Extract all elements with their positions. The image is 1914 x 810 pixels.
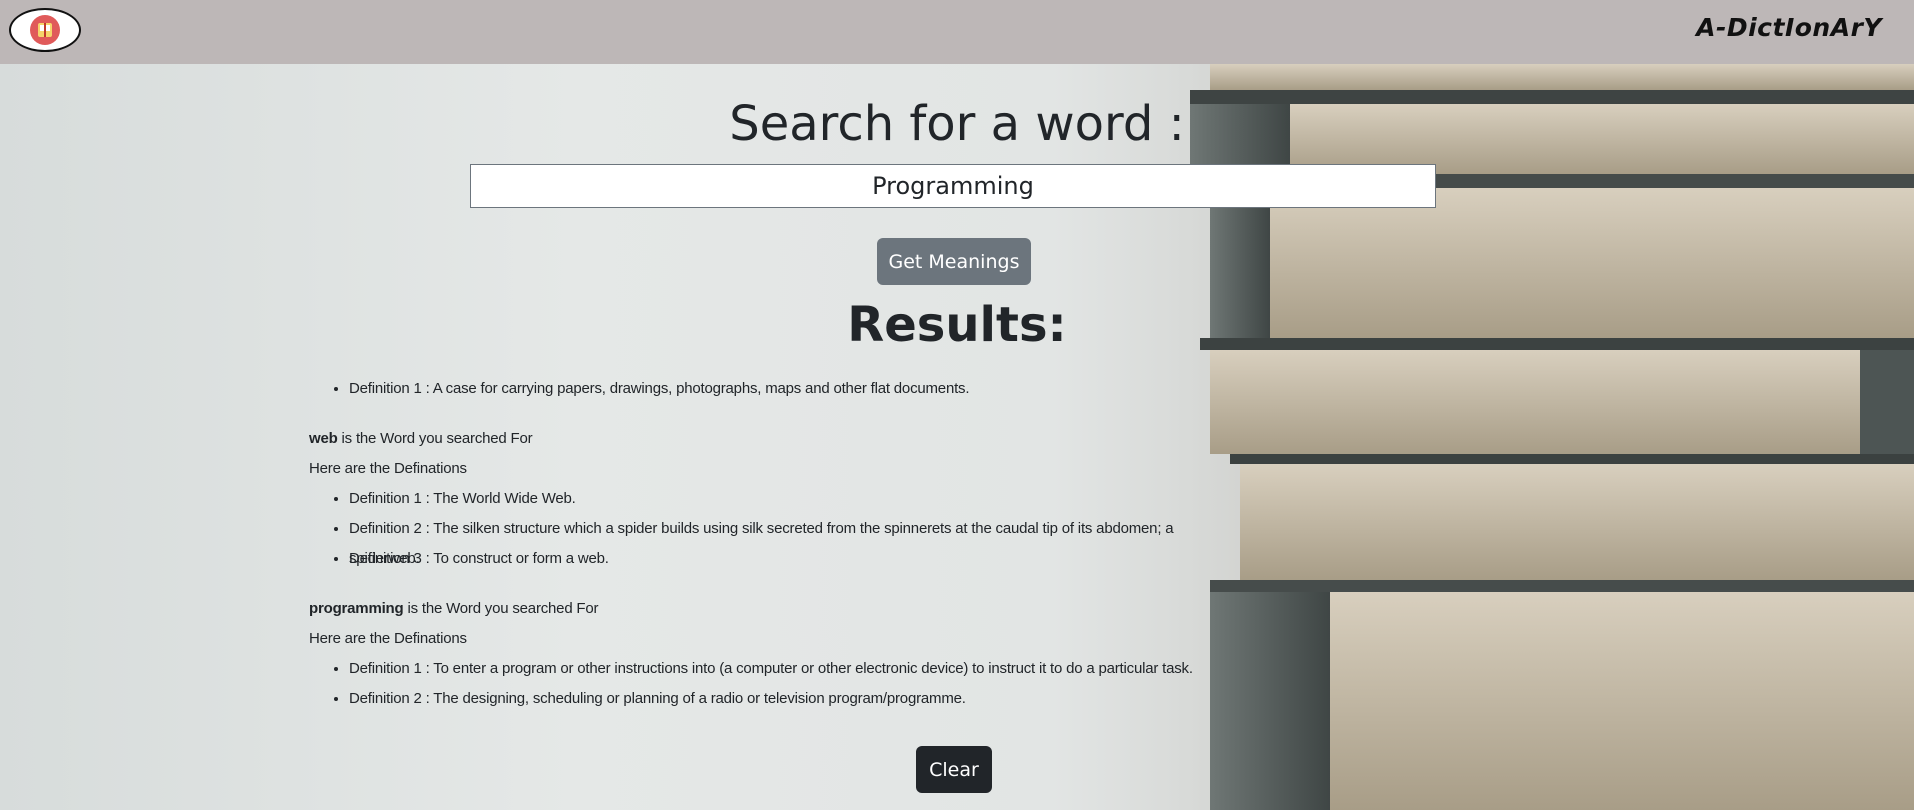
result-entry-programming: programming is the Word you searched For… xyxy=(309,594,1209,714)
get-meanings-button[interactable]: Get Meanings xyxy=(877,238,1031,285)
orphan-definitions: Definition 1 : A case for carrying paper… xyxy=(309,374,1209,404)
brand-title: A-DictIonArY xyxy=(1696,13,1882,42)
results-list: Definition 1 : A case for carrying paper… xyxy=(309,374,1209,714)
entry-header: programming is the Word you searched For xyxy=(309,594,1209,624)
definition-list: Definition 1 : To enter a program or oth… xyxy=(309,654,1209,714)
clear-button[interactable]: Clear xyxy=(916,746,992,793)
definition-item: Definition 1 : The World Wide Web. xyxy=(349,484,1209,514)
definition-item: Definition 1 : To enter a program or oth… xyxy=(349,654,1209,684)
definition-item: Definition 1 : A case for carrying paper… xyxy=(349,374,1209,404)
searched-word: web xyxy=(309,430,338,447)
entry-intro: Here are the Definations xyxy=(309,460,467,477)
logo-button[interactable] xyxy=(9,8,81,52)
entry-intro: Here are the Definations xyxy=(309,630,467,647)
entry-suffix: is the Word you searched For xyxy=(337,430,533,447)
definition-item: Definition 2 : The designing, scheduling… xyxy=(349,684,1209,714)
results-heading: Results: xyxy=(847,297,1067,353)
entry-suffix: is the Word you searched For xyxy=(403,600,599,617)
definition-item: Definition 3 : To construct or form a we… xyxy=(349,544,1209,574)
book-icon xyxy=(30,15,60,45)
navbar: A-DictIonArY xyxy=(0,0,1914,64)
search-heading: Search for a word : xyxy=(729,96,1185,152)
definition-list: Definition 1 : The World Wide Web. Defin… xyxy=(309,484,1209,574)
searched-word: programming xyxy=(309,600,404,617)
search-input[interactable] xyxy=(470,164,1436,208)
entry-header: web is the Word you searched For xyxy=(309,424,1209,454)
result-entry-web: web is the Word you searched For Here ar… xyxy=(309,424,1209,574)
definition-item: Definition 2 : The silken structure whic… xyxy=(349,514,1209,567)
